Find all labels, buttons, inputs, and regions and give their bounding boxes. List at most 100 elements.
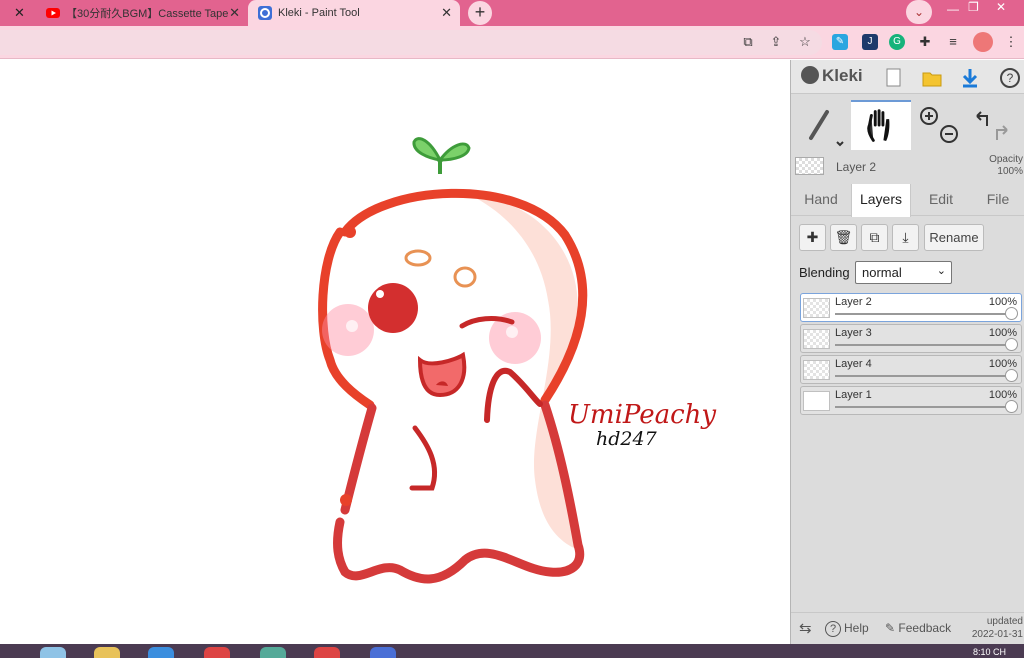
- close-tab-icon[interactable]: ✕: [441, 5, 452, 21]
- layer-thumbnail: [803, 360, 830, 380]
- feedback-icon: ✎: [885, 621, 899, 635]
- opacity-slider-handle[interactable]: [1005, 338, 1018, 351]
- media-queue-icon[interactable]: ≡: [945, 34, 961, 50]
- blending-value: normal: [862, 265, 902, 280]
- layer-row[interactable]: Layer 4 100%: [800, 355, 1022, 384]
- translate-icon[interactable]: ⧉: [740, 34, 756, 50]
- chrome-icon[interactable]: [314, 647, 340, 658]
- close-icon[interactable]: ✕: [14, 5, 25, 21]
- tool-row: [791, 100, 1024, 150]
- bookmark-star-icon[interactable]: ☆: [797, 34, 813, 50]
- opacity-slider-track[interactable]: [835, 344, 1011, 346]
- swap-sides-icon[interactable]: ⇆: [799, 619, 812, 637]
- opacity-slider-handle[interactable]: [1005, 369, 1018, 382]
- menu-kebab-icon[interactable]: ⋮: [1003, 34, 1019, 50]
- kleki-side-panel: Kleki ? Layer 2 Opacity 100% Hand Layers …: [790, 60, 1024, 644]
- layer-row[interactable]: Layer 2 100%: [800, 293, 1022, 322]
- blending-select[interactable]: normal ⌄: [855, 261, 952, 284]
- help-circle-icon[interactable]: ?: [999, 67, 1021, 89]
- kleki-logo-icon: [801, 66, 819, 84]
- window-close-icon[interactable]: ✕: [996, 0, 1006, 14]
- browser-toolbar: ⧉ ⇪ ☆ ✎ J G ✚ ≡ ⋮: [0, 26, 1024, 59]
- signature-name: UmiPeachy: [568, 400, 717, 430]
- close-tab-icon[interactable]: ✕: [229, 5, 240, 21]
- address-bar[interactable]: [0, 30, 822, 55]
- help-link[interactable]: ? Help: [825, 621, 869, 637]
- restore-icon[interactable]: ❐: [968, 0, 979, 14]
- tab-title: Kleki - Paint Tool: [278, 7, 360, 19]
- tab-search-button[interactable]: ⌄: [906, 0, 932, 24]
- layer-row[interactable]: Layer 1 100%: [800, 386, 1022, 415]
- drawing-canvas[interactable]: UmiPeachy hd247: [0, 60, 790, 644]
- taskbar-app-icon[interactable]: [204, 647, 230, 658]
- updated-info: updated 2022-01-31: [972, 615, 1023, 641]
- svg-text:?: ?: [1007, 71, 1014, 85]
- new-image-icon[interactable]: [883, 67, 905, 89]
- undo-redo-icon[interactable]: [971, 106, 1015, 146]
- minimize-icon[interactable]: —: [947, 2, 959, 16]
- opacity-slider-track[interactable]: [835, 313, 1011, 315]
- delete-layer-icon[interactable]: 🗑: [830, 224, 857, 251]
- extensions-puzzle-icon[interactable]: ✚: [917, 34, 933, 50]
- opacity-value: 100%: [997, 166, 1023, 177]
- artwork: [318, 137, 588, 584]
- duplicate-layer-icon[interactable]: ⧉: [861, 224, 888, 251]
- taskbar-app-icon[interactable]: [148, 647, 174, 658]
- tab-hand[interactable]: Hand: [791, 184, 851, 216]
- tab-title: 【30分耐久BGM】Cassette Tape D: [66, 8, 231, 20]
- panel-tabs: Hand Layers Edit File: [791, 184, 1024, 217]
- brush-tool-icon[interactable]: [799, 100, 849, 150]
- layer-thumbnail: [803, 391, 830, 411]
- taskbar-app-icon[interactable]: [260, 647, 286, 658]
- file-explorer-icon[interactable]: [94, 647, 120, 658]
- layer-name: Layer 3: [835, 327, 872, 339]
- taskbar-app-icon[interactable]: [370, 647, 396, 658]
- merge-layer-icon[interactable]: ⤓: [892, 224, 919, 251]
- extension-icon[interactable]: ✎: [832, 34, 848, 50]
- opacity-slider-track[interactable]: [835, 406, 1011, 408]
- share-icon[interactable]: ⇪: [768, 34, 784, 50]
- chevron-down-icon: ⌄: [936, 265, 946, 277]
- updated-date: 2022-01-31: [971, 629, 1023, 640]
- kleki-header: Kleki ?: [791, 60, 1024, 94]
- browser-tab-strip: ✕ 【30分耐久BGM】Cassette Tape D ✕ Kleki - Pa…: [0, 0, 1024, 26]
- opacity-label: Opacity: [989, 154, 1023, 165]
- clock: 8:10 CH: [972, 647, 1006, 657]
- add-layer-icon[interactable]: ✚: [799, 224, 826, 251]
- opacity-slider-handle[interactable]: [1005, 400, 1018, 413]
- updated-label: updated: [986, 616, 1023, 627]
- hand-tool-icon[interactable]: [851, 100, 911, 150]
- layer-name: Layer 1: [835, 389, 872, 401]
- kleki-icon: [258, 6, 272, 20]
- tab-layers[interactable]: Layers: [851, 184, 911, 217]
- youtube-icon: [46, 8, 60, 18]
- tab-file[interactable]: File: [971, 184, 1024, 216]
- feedback-link[interactable]: ✎ Feedback: [885, 621, 951, 635]
- help-icon: ?: [825, 621, 841, 637]
- taskbar-app-icon[interactable]: [40, 647, 66, 658]
- extension-icon[interactable]: J: [862, 34, 878, 50]
- new-tab-button[interactable]: +: [468, 1, 492, 25]
- avatar[interactable]: [973, 32, 993, 52]
- layer-row[interactable]: Layer 3 100%: [800, 324, 1022, 353]
- kleki-logo-text: Kleki: [822, 66, 863, 85]
- layer-thumbnail: [803, 329, 830, 349]
- help-label: Help: [844, 621, 869, 635]
- open-folder-icon[interactable]: [921, 67, 943, 89]
- opacity-readout: Opacity 100%: [989, 154, 1023, 178]
- layer-name: Layer 2: [835, 296, 872, 308]
- kleki-logo[interactable]: Kleki: [801, 66, 863, 86]
- zoom-icon[interactable]: [917, 104, 961, 148]
- feedback-label: Feedback: [898, 621, 952, 635]
- layer-thumbnail: [803, 298, 830, 318]
- download-icon[interactable]: [959, 67, 981, 89]
- opacity-slider-track[interactable]: [835, 375, 1011, 377]
- tab-youtube[interactable]: 【30分耐久BGM】Cassette Tape D ✕: [40, 0, 246, 26]
- tab-kleki[interactable]: Kleki - Paint Tool ✕: [248, 0, 460, 26]
- taskbar: 8:10 CH: [0, 644, 1024, 658]
- opacity-slider-handle[interactable]: [1005, 307, 1018, 320]
- tab-edit[interactable]: Edit: [911, 184, 971, 216]
- grammarly-icon[interactable]: G: [889, 34, 905, 50]
- panel-footer: ⇆ ? Help ✎ Feedback updated 2022-01-31: [791, 612, 1024, 644]
- rename-button[interactable]: Rename: [924, 224, 984, 251]
